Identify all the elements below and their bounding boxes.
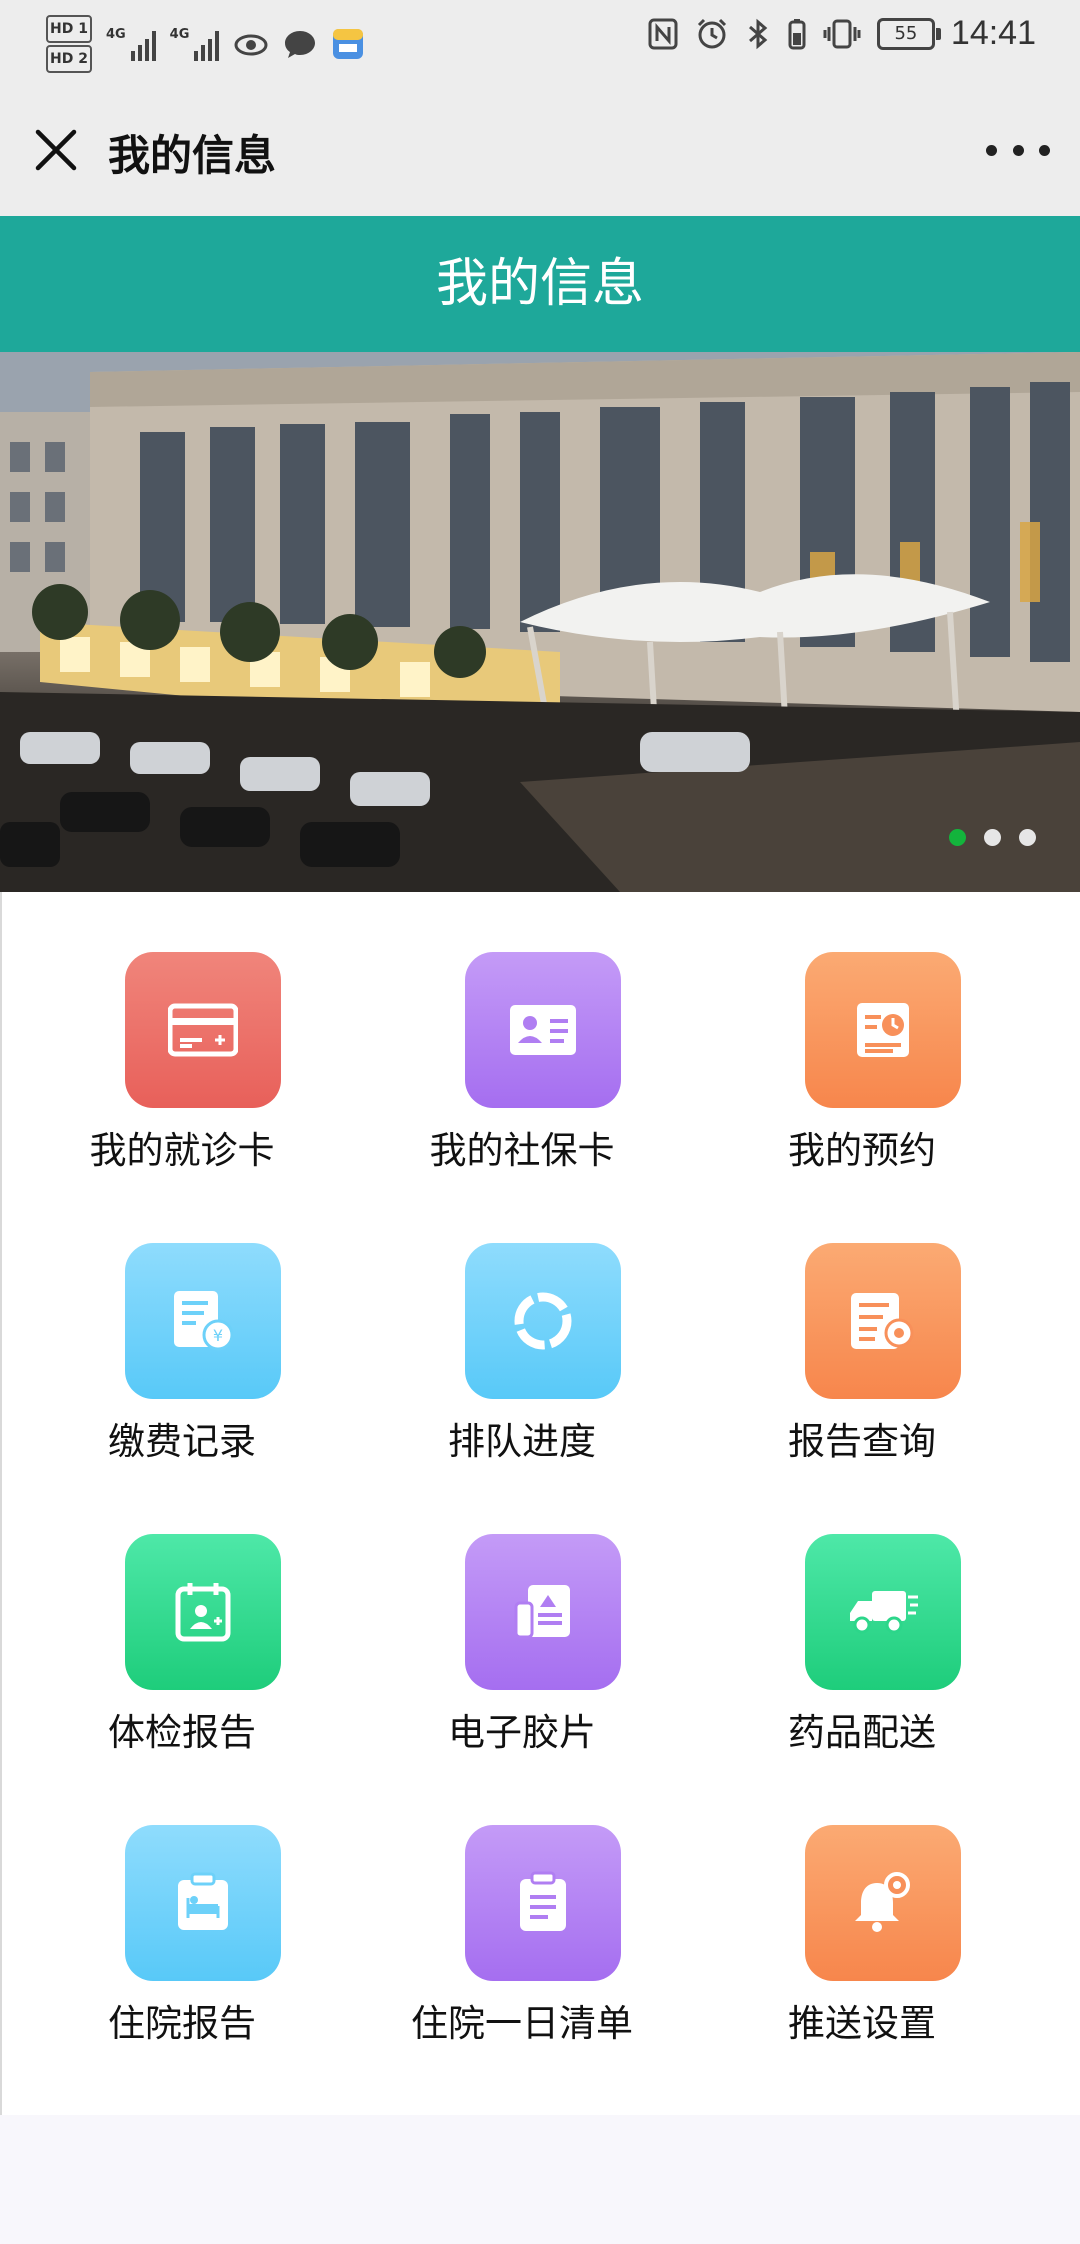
menu-item-electronic-film[interactable]: 电子胶片 bbox=[342, 1474, 702, 1765]
checkup-report-icon bbox=[125, 1534, 281, 1690]
carousel-dots bbox=[949, 829, 1036, 846]
queue-progress-icon bbox=[465, 1243, 621, 1399]
menu-item-daily-list[interactable]: 住院一日清单 bbox=[342, 1765, 702, 2056]
page-header: 我的信息 bbox=[0, 216, 1080, 352]
nav-bar: 我的信息 bbox=[0, 84, 1080, 216]
svg-text:¥: ¥ bbox=[213, 1326, 223, 1345]
carousel-dot-1[interactable] bbox=[949, 829, 966, 846]
network-type-2: 4G bbox=[169, 27, 190, 42]
menu-label: 药品配送 bbox=[788, 1711, 936, 1754]
menu-item-payment-record[interactable]: ¥ 缴费记录 bbox=[2, 1183, 362, 1474]
menu-item-appointment[interactable]: 我的预约 bbox=[682, 892, 1042, 1183]
more-icon[interactable] bbox=[986, 134, 1050, 166]
medical-card-icon bbox=[125, 952, 281, 1108]
banner-carousel[interactable] bbox=[0, 352, 1080, 892]
app-notification-icon bbox=[333, 29, 364, 59]
menu-label: 报告查询 bbox=[788, 1420, 936, 1463]
menu-label: 我的预约 bbox=[788, 1129, 936, 1172]
payment-record-icon: ¥ bbox=[125, 1243, 281, 1399]
eye-icon bbox=[234, 34, 268, 56]
menu-label: 推送设置 bbox=[788, 2002, 936, 2045]
menu-item-push-settings[interactable]: 推送设置 bbox=[682, 1765, 1042, 2056]
status-bar: HD 1 HD 2 4G 4G 55 14:41 bbox=[0, 0, 1080, 84]
nav-title: 我的信息 bbox=[108, 131, 277, 180]
signal-2-icon: 4G bbox=[170, 27, 220, 61]
battery-icon: 55 bbox=[876, 17, 941, 50]
battery-saver-icon bbox=[788, 18, 806, 49]
bell-settings-icon bbox=[805, 1825, 961, 1981]
hospital-bed-icon bbox=[125, 1825, 281, 1981]
alarm-icon bbox=[697, 18, 726, 48]
menu-item-medical-card[interactable]: 我的就诊卡 bbox=[2, 892, 362, 1183]
bluetooth-icon bbox=[748, 18, 768, 49]
report-query-icon bbox=[805, 1243, 961, 1399]
battery-level: 55 bbox=[894, 22, 918, 44]
menu-item-drug-delivery[interactable]: 药品配送 bbox=[682, 1474, 1042, 1765]
signal-1-icon: 4G bbox=[106, 27, 156, 61]
menu-item-hospital-report[interactable]: 住院报告 bbox=[2, 1765, 362, 2056]
status-time: 14:41 bbox=[950, 14, 1036, 52]
nfc-icon bbox=[648, 18, 678, 49]
hd1-label: HD 1 bbox=[46, 15, 92, 43]
social-security-card-icon bbox=[465, 952, 621, 1108]
carousel-dot-3[interactable] bbox=[1019, 829, 1036, 846]
carousel-dot-2[interactable] bbox=[984, 829, 1001, 846]
hd-indicator: HD 1 HD 2 bbox=[46, 14, 92, 74]
close-icon[interactable] bbox=[30, 124, 82, 176]
delivery-truck-icon bbox=[805, 1534, 961, 1690]
menu-item-queue-progress[interactable]: 排队进度 bbox=[342, 1183, 702, 1474]
clipboard-list-icon bbox=[465, 1825, 621, 1981]
electronic-film-icon bbox=[465, 1534, 621, 1690]
menu-item-social-security-card[interactable]: 我的社保卡 bbox=[342, 892, 702, 1183]
vibrate-icon bbox=[823, 19, 861, 48]
menu-grid: 我的就诊卡 我的社保卡 我的预约 ¥ 缴费记录 排队进度 报告查询 体检报告 电… bbox=[0, 892, 1080, 2115]
message-icon bbox=[285, 31, 316, 58]
menu-item-report-query[interactable]: 报告查询 bbox=[682, 1183, 1042, 1474]
hospital-building-image bbox=[0, 352, 1080, 892]
hd2-label: HD 2 bbox=[46, 45, 92, 73]
appointment-icon bbox=[805, 952, 961, 1108]
bottom-area bbox=[0, 2115, 1080, 2244]
network-type-1: 4G bbox=[105, 27, 126, 42]
menu-item-checkup-report[interactable]: 体检报告 bbox=[2, 1474, 362, 1765]
